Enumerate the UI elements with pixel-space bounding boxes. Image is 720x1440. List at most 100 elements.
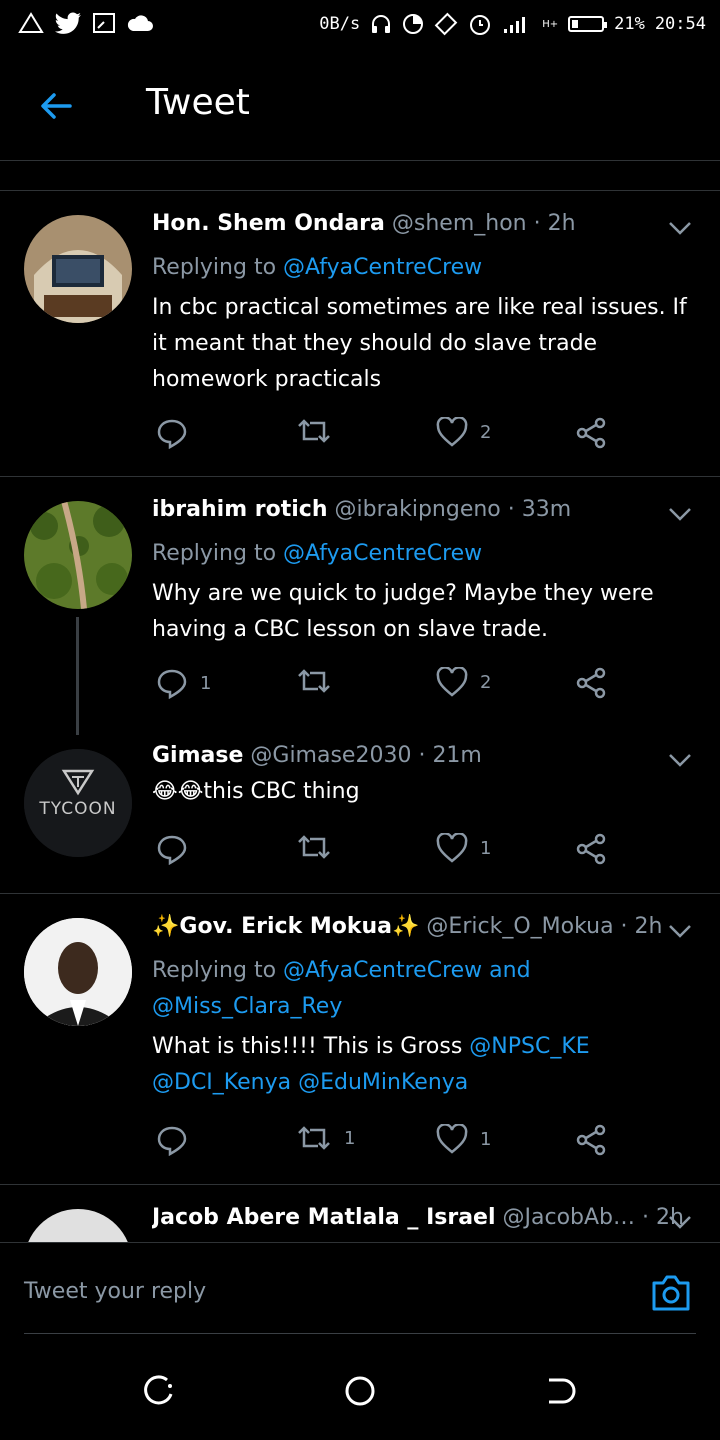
- reply-icon: [157, 669, 187, 699]
- avatar[interactable]: [24, 215, 132, 323]
- reply-button[interactable]: [156, 417, 200, 449]
- retweet-icon: [298, 419, 330, 443]
- back-icon[interactable]: [543, 1374, 577, 1408]
- chevron-down-icon[interactable]: [668, 924, 692, 938]
- avatar[interactable]: [24, 501, 132, 609]
- user-handle[interactable]: @Gimase2030: [250, 743, 411, 768]
- share-button[interactable]: [576, 1124, 608, 1156]
- page-title: Tweet: [146, 82, 250, 123]
- back-arrow-icon[interactable]: [38, 88, 74, 124]
- like-button[interactable]: 1: [436, 1124, 491, 1154]
- display-name[interactable]: ibrahim rotich: [152, 497, 328, 522]
- rotate-icon: [434, 12, 458, 36]
- recent-apps-icon[interactable]: [143, 1374, 177, 1408]
- warning-icon: [18, 12, 44, 33]
- cast-icon: [93, 13, 115, 33]
- tweet[interactable]: ✨Gov. Erick Mokua✨ @Erick_O_Mokua · 2h R…: [0, 894, 720, 1185]
- network-type: H+: [542, 18, 559, 30]
- reply-button[interactable]: [156, 1124, 200, 1156]
- camera-icon[interactable]: [650, 1273, 692, 1313]
- system-nav-bar: [0, 1334, 720, 1440]
- user-handle[interactable]: @shem_hon: [392, 211, 527, 236]
- tweet-text: 😂😂this CBC thing: [152, 779, 360, 804]
- reply-count: 1: [200, 672, 212, 694]
- avatar[interactable]: [24, 1209, 132, 1242]
- tweet-thread[interactable]: ibrahim rotich @ibrakipngeno · 33m Reply…: [0, 477, 720, 894]
- clock: 20:54: [654, 14, 706, 34]
- tweet-text: In cbc practical sometimes are like real…: [152, 295, 687, 392]
- share-icon: [576, 833, 606, 865]
- tweet-actions: 1 2: [152, 667, 652, 707]
- tweet-text: Why are we quick to judge? Maybe they we…: [152, 581, 654, 642]
- home-icon[interactable]: [343, 1374, 377, 1408]
- timestamp: 33m: [521, 497, 572, 522]
- timestamp: 21m: [432, 743, 482, 768]
- retweet-count: 1: [344, 1127, 356, 1149]
- display-name[interactable]: Gimase: [152, 743, 243, 768]
- reply-button[interactable]: [156, 833, 200, 865]
- heart-icon: [436, 1124, 468, 1154]
- network-speed: 0B/s: [319, 14, 361, 34]
- heart-icon: [436, 417, 468, 447]
- mention-link[interactable]: @EduMinKenya: [298, 1070, 468, 1095]
- mention-link[interactable]: @AfyaCentreCrew: [283, 255, 482, 280]
- tweet-actions: 1: [152, 833, 652, 873]
- chevron-down-icon[interactable]: [668, 753, 692, 767]
- tweet[interactable]: Hon. Shem Ondara @shem_hon · 2h Replying…: [0, 191, 720, 477]
- like-count: 2: [480, 421, 492, 443]
- mention-link[interactable]: @Miss_Clara_Rey: [152, 994, 342, 1019]
- alarm-icon: [470, 15, 491, 35]
- tweet-actions: 1 1: [152, 1124, 652, 1164]
- share-button[interactable]: [576, 417, 608, 449]
- mention-link[interactable]: @NPSC_KE: [469, 1034, 589, 1059]
- status-bar: 0B/s H+ 21% 20:54: [0, 0, 720, 50]
- reply-icon: [157, 419, 187, 449]
- chevron-down-icon[interactable]: [668, 507, 692, 521]
- display-name[interactable]: Jacob Abere Matlala _ Israel: [152, 1205, 496, 1230]
- retweet-icon: [298, 669, 330, 693]
- reply-icon: [157, 1126, 187, 1156]
- emoji: 😂😂: [152, 779, 204, 804]
- share-button[interactable]: [576, 667, 608, 699]
- share-icon: [576, 1124, 606, 1156]
- tweet[interactable]: Jacob Abere Matlala _ Israel @JacobAb… ·…: [0, 1185, 720, 1242]
- retweet-button[interactable]: [296, 833, 344, 861]
- replies-feed[interactable]: Hon. Shem Ondara @shem_hon · 2h Replying…: [0, 160, 720, 1242]
- signal-icon: [504, 17, 526, 33]
- thread-line: [76, 617, 79, 735]
- avatar[interactable]: TYCOON: [24, 749, 132, 857]
- heart-icon: [436, 667, 468, 697]
- reply-composer: Tweet your reply: [0, 1242, 720, 1335]
- share-button[interactable]: [576, 833, 608, 865]
- timestamp: 2h: [547, 211, 576, 236]
- data-usage-icon: [403, 14, 424, 34]
- user-handle[interactable]: @ibrakipngeno: [335, 497, 501, 522]
- mention-link[interactable]: @DCI_Kenya: [152, 1070, 291, 1095]
- reply-button[interactable]: 1: [156, 667, 211, 699]
- like-count: 1: [480, 837, 492, 859]
- avatar[interactable]: [24, 918, 132, 1026]
- display-name[interactable]: ✨Gov. Erick Mokua✨: [152, 914, 419, 939]
- mention-link[interactable]: @AfyaCentreCrew: [283, 541, 482, 566]
- user-handle[interactable]: @Erick_O_Mokua: [426, 914, 613, 939]
- reply-input[interactable]: Tweet your reply: [24, 1279, 206, 1304]
- like-button[interactable]: 2: [436, 417, 491, 447]
- heart-icon: [436, 833, 468, 863]
- like-button[interactable]: 1: [436, 833, 491, 863]
- display-name[interactable]: Hon. Shem Ondara: [152, 211, 385, 236]
- mention-link[interactable]: @AfyaCentreCrew: [283, 958, 482, 983]
- battery-percent: 21%: [614, 14, 645, 34]
- previous-tweet-actions: [0, 160, 720, 191]
- retweet-button[interactable]: 1: [296, 1124, 355, 1152]
- reply-icon: [157, 835, 187, 865]
- retweet-button[interactable]: [296, 417, 344, 445]
- headphones-icon: [372, 15, 391, 33]
- retweet-icon: [298, 835, 330, 859]
- user-handle[interactable]: @JacobAb…: [503, 1205, 636, 1230]
- chevron-down-icon[interactable]: [668, 221, 692, 235]
- like-button[interactable]: 2: [436, 667, 491, 697]
- retweet-button[interactable]: [296, 667, 344, 695]
- twitter-bird-icon: [55, 12, 81, 34]
- replying-to: Replying to @AfyaCentreCrew: [152, 255, 483, 280]
- chevron-down-icon[interactable]: [668, 1215, 692, 1229]
